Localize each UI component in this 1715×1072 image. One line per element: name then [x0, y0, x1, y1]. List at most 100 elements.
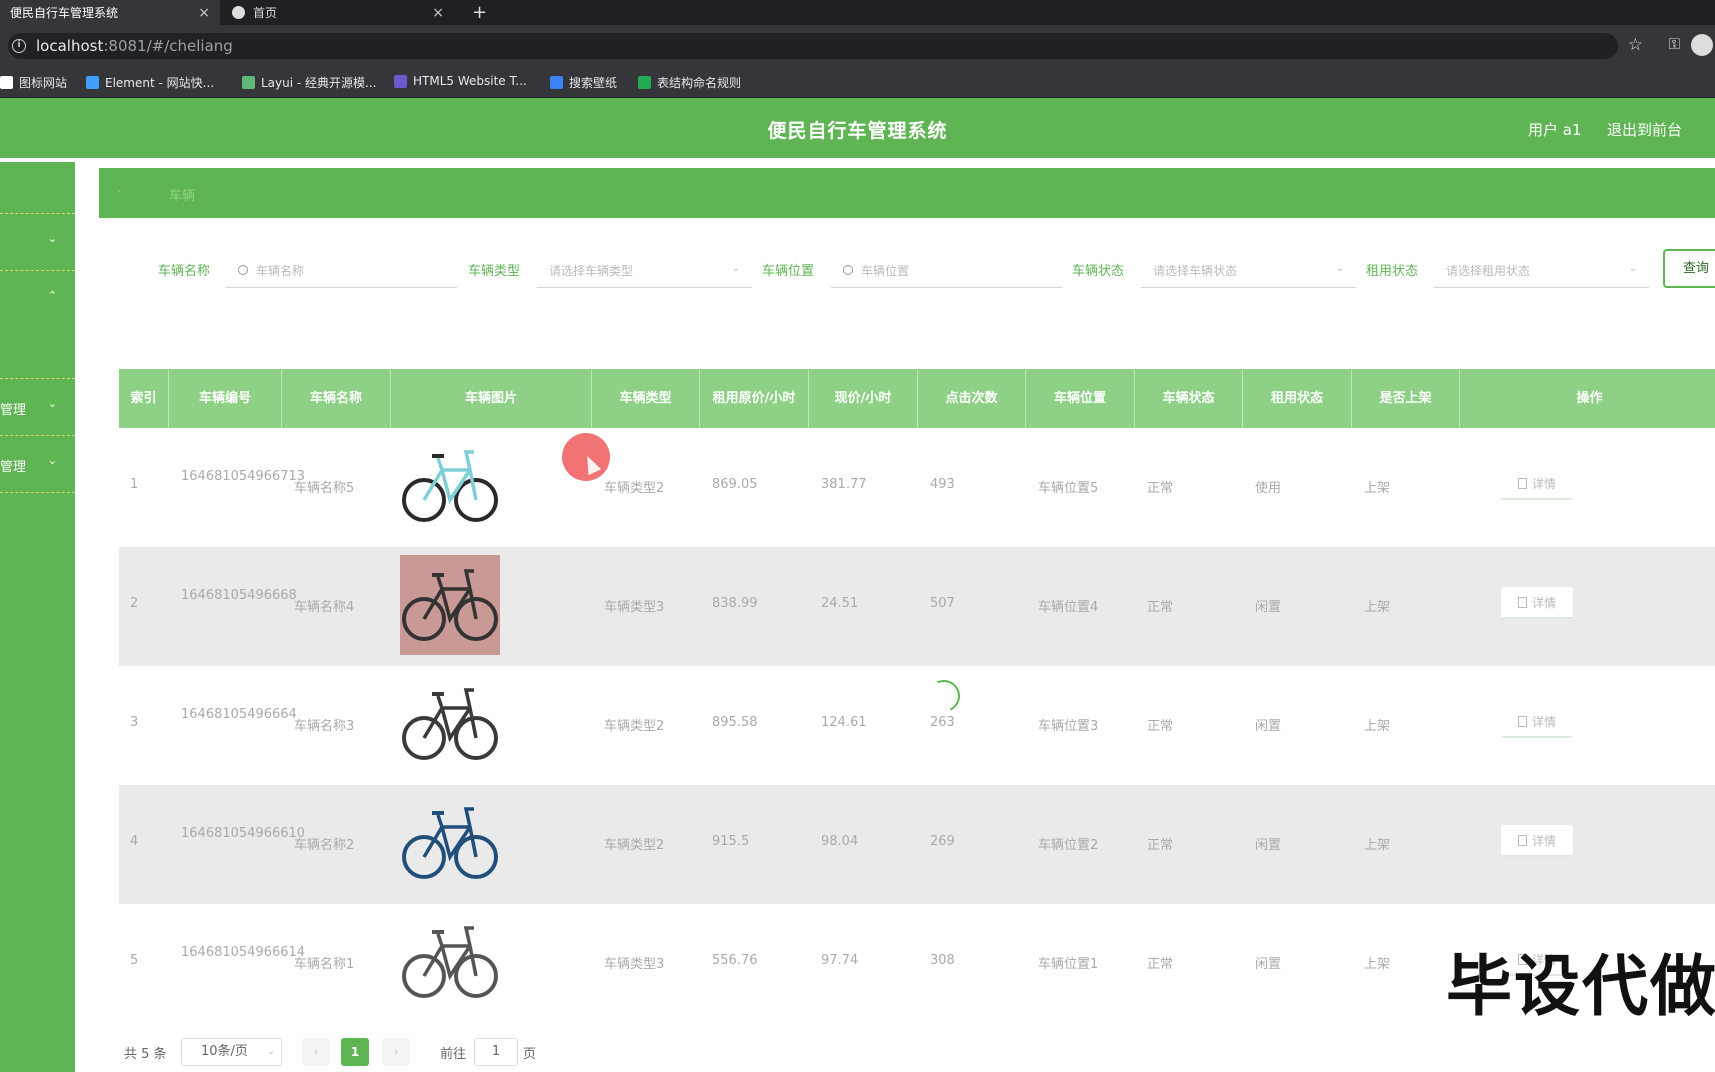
goto-page-input[interactable]: 1	[474, 1038, 518, 1066]
bookmark-star-icon[interactable]: ☆	[1628, 35, 1643, 55]
next-page-button[interactable]: ›	[382, 1038, 410, 1066]
cell-vehicle-status: 正常	[1147, 481, 1174, 496]
cell-original-price: 556.76	[712, 953, 758, 968]
vehicle-status-select[interactable]: 请选择车辆状态 ⌄	[1141, 253, 1356, 288]
browser-tab-bar: 便民自行车管理系统 × 首页 × +	[0, 0, 1715, 25]
cell-vehicle-location: 车辆位置5	[1038, 481, 1099, 496]
cell-vehicle-code: 164681054966713	[181, 469, 306, 484]
document-icon	[1517, 596, 1527, 608]
bookmarks-bar: 图标网站 Element - 网站快... Layui - 经典开源模... H…	[0, 66, 1715, 98]
column-header: 车辆编号	[169, 369, 282, 428]
page-size-value: 10条/页	[201, 1044, 248, 1059]
cell-rent-status: 闲置	[1255, 600, 1282, 615]
vehicle-location-input[interactable]: 车辆位置	[831, 253, 1062, 288]
sidebar-item-management[interactable]: 管理 ⌄	[0, 436, 75, 493]
cell-index: 3	[130, 715, 139, 730]
bookmark-item[interactable]: HTML5 Website T...	[394, 74, 527, 88]
cell-vehicle-name: 车辆名称5	[294, 481, 355, 496]
url-field[interactable]: localhost:8081/#/cheliang	[8, 33, 1618, 59]
detail-button[interactable]: 详情	[1501, 468, 1573, 500]
cell-rent-status: 闲置	[1255, 957, 1282, 972]
page-size-select[interactable]: 10条/页 ⌄	[181, 1038, 282, 1066]
sidebar-item-label: 管理	[0, 403, 27, 418]
cell-click-count: 507	[930, 596, 955, 611]
browser-tab-active[interactable]: 便民自行车管理系统 ×	[0, 0, 220, 25]
cell-original-price: 915.5	[712, 834, 750, 849]
new-tab-button[interactable]: +	[462, 0, 502, 25]
sidebar-item[interactable]: ⌃	[0, 271, 75, 379]
cell-current-price: 98.04	[821, 834, 859, 849]
password-key-icon[interactable]: ⚿	[1669, 35, 1680, 53]
bookmark-icon	[86, 76, 99, 89]
prev-page-button[interactable]: ‹	[302, 1038, 330, 1066]
bookmark-item[interactable]: 图标网站	[0, 74, 67, 91]
select-placeholder: 请选择车辆状态	[1153, 263, 1238, 278]
bicycle-icon	[402, 807, 498, 879]
input-placeholder: 车辆名称	[256, 263, 305, 278]
select-placeholder: 请选择租用状态	[1446, 263, 1531, 278]
profile-avatar-icon[interactable]	[1691, 34, 1713, 56]
chevron-down-icon: ⌄	[731, 263, 740, 274]
column-header: 车辆位置	[1026, 369, 1135, 428]
detail-button[interactable]: 详情	[1501, 825, 1573, 857]
site-info-icon[interactable]: i	[12, 39, 26, 53]
sidebar-item[interactable]: ⌄	[0, 214, 75, 271]
vehicle-name-input[interactable]: 车辆名称	[226, 253, 457, 288]
breadcrumb-item[interactable]: 车辆	[169, 185, 195, 204]
breadcrumb: · 车辆	[99, 168, 1715, 218]
cell-current-price: 97.74	[821, 953, 859, 968]
bookmark-item[interactable]: 搜索壁纸	[550, 74, 617, 91]
vehicle-image	[400, 793, 500, 893]
bookmark-item[interactable]: 表结构命名规则	[638, 74, 741, 91]
vehicle-image	[400, 912, 500, 1012]
bookmark-icon	[394, 74, 407, 88]
search-icon	[843, 265, 853, 275]
sidebar-item-label: 管理	[0, 460, 27, 475]
detail-button[interactable]: 详情	[1501, 706, 1573, 738]
vehicle-image	[400, 555, 500, 655]
goto-label: 前往	[440, 1047, 467, 1062]
tab-title: 便民自行车管理系统	[10, 6, 119, 20]
column-header: 操作	[1576, 390, 1603, 406]
browser-tab[interactable]: 首页 ×	[222, 0, 454, 25]
url-path: :8081/#/cheliang	[103, 37, 233, 55]
query-button[interactable]: 查询	[1663, 249, 1715, 288]
cell-original-price: 895.58	[712, 715, 758, 730]
cell-vehicle-type: 车辆类型2	[604, 838, 665, 853]
cell-vehicle-type: 车辆类型3	[604, 600, 665, 615]
cell-vehicle-name: 车辆名称1	[294, 957, 355, 972]
app-header: 便民自行车管理系统 用户 a1 退出到前台	[0, 98, 1715, 158]
table-row[interactable]: 3 16468105496664 车辆名称3 车辆类型2 895.58 124.61 263…	[119, 666, 1715, 785]
vehicle-type-select[interactable]: 请选择车辆类型 ⌄	[537, 253, 752, 288]
cell-vehicle-code: 16468105496668	[181, 588, 297, 603]
chevron-down-icon: ⌄	[47, 454, 57, 467]
document-icon	[1517, 477, 1527, 489]
column-header: 车辆名称	[282, 369, 391, 428]
page-number-button[interactable]: 1	[341, 1038, 369, 1066]
bookmark-item[interactable]: Layui - 经典开源模...	[242, 74, 376, 91]
sidebar-item[interactable]	[0, 162, 75, 214]
close-tab-icon[interactable]: ×	[198, 5, 210, 21]
search-label: 租用状态	[1366, 264, 1419, 279]
table-row[interactable]: 2 16468105496668 车辆名称4 车辆类型3 838.99 24.51 507 车…	[119, 547, 1715, 666]
detail-label: 详情	[1531, 595, 1556, 610]
address-bar: localhost:8081/#/cheliang i ☆ ⚿	[0, 25, 1715, 66]
cell-index: 2	[130, 596, 139, 611]
cell-vehicle-code: 164681054966610	[181, 826, 306, 841]
bookmark-item[interactable]: Element - 网站快...	[86, 74, 214, 91]
chevron-down-icon: ⌄	[267, 1047, 275, 1057]
sidebar-item-management[interactable]: 管理 ⌄	[0, 379, 75, 436]
cell-click-count: 269	[930, 834, 955, 849]
table-row[interactable]: 1 164681054966713 车辆名称5 车辆类型2 869.05 381.77 49…	[119, 428, 1715, 547]
select-placeholder: 请选择车辆类型	[549, 263, 634, 278]
breadcrumb-separator: ·	[117, 185, 122, 200]
cell-vehicle-name: 车辆名称4	[294, 600, 355, 615]
cell-click-count: 263	[930, 715, 955, 730]
bookmark-icon	[638, 76, 651, 89]
close-tab-icon[interactable]: ×	[432, 5, 444, 21]
detail-label: 详情	[1531, 714, 1556, 729]
table-row[interactable]: 4 164681054966610 车辆名称2 车辆类型2 915.5 98.04 269 车…	[119, 785, 1715, 904]
logout-link[interactable]: 退出到前台	[1607, 119, 1682, 140]
detail-button[interactable]: 详情	[1501, 587, 1573, 619]
rent-status-select[interactable]: 请选择租用状态 ⌄	[1434, 253, 1649, 288]
